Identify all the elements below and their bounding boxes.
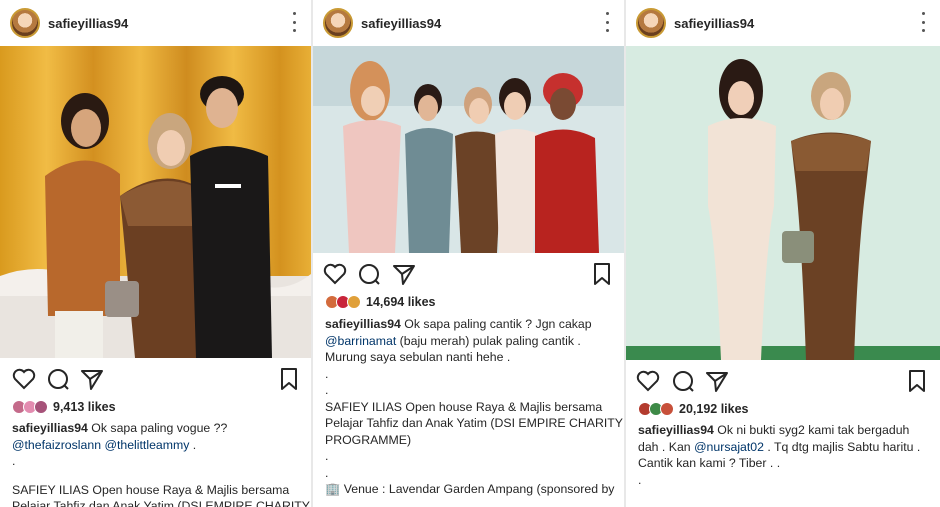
action-bar — [313, 261, 624, 289]
caption-username[interactable]: safieyillias94 — [12, 421, 88, 435]
bookmark-icon[interactable] — [589, 261, 615, 287]
action-bar — [626, 368, 940, 396]
likes-count: 20,192 likes — [679, 402, 749, 416]
likes-row[interactable]: 20,192 likes — [638, 402, 749, 416]
mention-link[interactable]: @barrinamat — [325, 334, 396, 348]
caption-text: Ok sapa paling cantik ? Jgn cakap — [400, 317, 592, 331]
caption-text: . Tq dtg majlis Sabtu haritu . — [764, 439, 921, 454]
caption-text: . — [12, 454, 16, 468]
mention-link[interactable]: @nursajat02 — [694, 440, 764, 454]
post-panel-2: safieyillias94 14,694 likes safieyillias… — [313, 0, 624, 507]
more-options-icon[interactable] — [291, 12, 297, 32]
post-panel-1: safieyillias94 9,413 likes safieyillias9… — [0, 0, 311, 507]
post-photo[interactable] — [626, 46, 940, 360]
liker-avatar — [660, 402, 674, 416]
caption-text: . — [325, 366, 329, 381]
heart-icon[interactable] — [322, 261, 348, 287]
caption: safieyillias94 Ok ni bukti syg2 kami tak… — [638, 422, 932, 488]
caption-text: . — [638, 472, 642, 487]
mention-link[interactable]: @thelittleammy — [104, 438, 189, 452]
liker-avatar — [34, 400, 48, 414]
caption-text: . — [189, 437, 197, 452]
share-icon[interactable] — [79, 366, 105, 392]
likes-row[interactable]: 9,413 likes — [12, 400, 116, 414]
photo-image — [626, 46, 940, 360]
caption-text: . — [325, 383, 329, 397]
bookmark-icon[interactable] — [904, 368, 930, 394]
mention-link[interactable]: @thefaizroslann — [12, 438, 101, 452]
post-photo[interactable] — [0, 46, 311, 358]
photo-image — [0, 46, 311, 358]
caption-text: PROGRAMME) — [325, 432, 412, 447]
caption-text: SAFIEY ILIAS Open house Raya & Majlis be… — [12, 482, 290, 497]
caption: safieyillias94 Ok sapa paling cantik ? J… — [325, 316, 623, 498]
comment-icon[interactable] — [45, 366, 71, 392]
more-options-icon[interactable] — [604, 12, 610, 32]
comment-icon[interactable] — [356, 261, 382, 287]
caption-text: Pelajar Tahfiz dan Anak Yatim (DSI EMPIR… — [12, 499, 310, 507]
user-avatar[interactable] — [323, 8, 353, 38]
likes-count: 14,694 likes — [366, 295, 436, 309]
post-header: safieyillias94 — [626, 0, 940, 46]
liker-avatar — [347, 295, 361, 309]
post-photo[interactable] — [313, 46, 624, 253]
caption-text: SAFIEY ILIAS Open house Raya & Majlis be… — [325, 399, 603, 414]
share-icon[interactable] — [704, 368, 730, 394]
caption-text: Ok ni bukti syg2 kami tak bergaduh — [713, 423, 910, 437]
caption-text: Pelajar Tahfiz dan Anak Yatim (DSI EMPIR… — [325, 416, 623, 430]
caption-text: Ok sapa paling vogue ?? — [87, 421, 228, 435]
bookmark-icon[interactable] — [276, 366, 302, 392]
comment-icon[interactable] — [670, 368, 696, 394]
likes-count: 9,413 likes — [53, 400, 116, 414]
likes-row[interactable]: 14,694 likes — [325, 295, 436, 309]
caption: safieyillias94 Ok sapa paling vogue ?? @… — [12, 420, 310, 507]
user-avatar[interactable] — [636, 8, 666, 38]
username[interactable]: safieyillias94 — [674, 16, 754, 31]
post-header: safieyillias94 — [0, 0, 311, 46]
post-header: safieyillias94 — [313, 0, 624, 46]
action-bar — [0, 366, 311, 394]
user-avatar[interactable] — [10, 8, 40, 38]
post-panel-3: safieyillias94 20,192 likes safieyillias… — [626, 0, 940, 507]
caption-username[interactable]: safieyillias94 — [638, 423, 714, 437]
username[interactable]: safieyillias94 — [361, 16, 441, 31]
caption-text: Murung saya sebulan nanti hehe . — [325, 350, 511, 364]
caption-text: . — [325, 465, 329, 480]
photo-image — [313, 46, 624, 253]
username[interactable]: safieyillias94 — [48, 16, 128, 31]
caption-text: . — [325, 449, 329, 463]
caption-text: dah . Kan — [638, 439, 695, 454]
more-options-icon[interactable] — [920, 12, 926, 32]
caption-username[interactable]: safieyillias94 — [325, 317, 401, 331]
heart-icon[interactable] — [11, 366, 37, 392]
heart-icon[interactable] — [635, 368, 661, 394]
caption-text: (baju merah) pulak paling cantik . — [396, 333, 581, 348]
share-icon[interactable] — [391, 261, 417, 287]
caption-text: Cantik kan kami ? Tiber . . — [638, 456, 781, 470]
caption-text: 🏢 Venue : Lavendar Garden Ampang (sponso… — [325, 482, 615, 496]
